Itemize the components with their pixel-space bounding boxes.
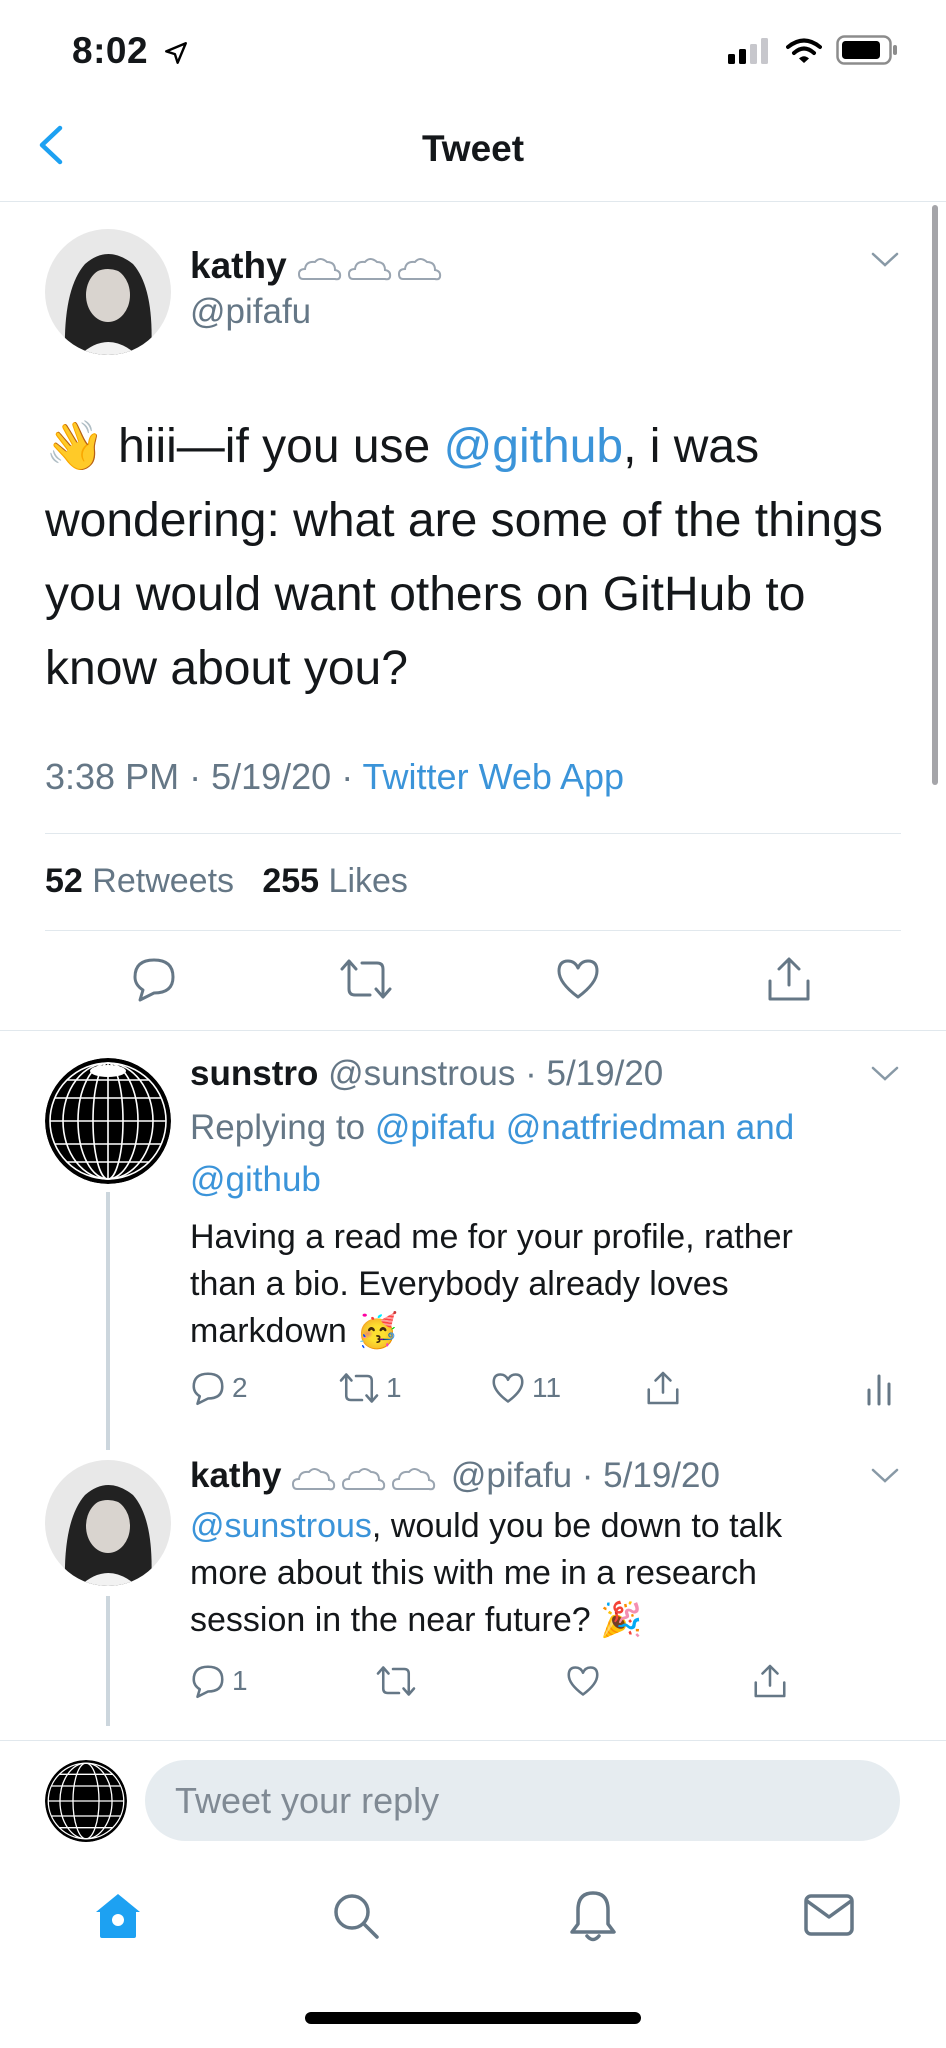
party-face-emoji: 🥳 (356, 1312, 399, 1350)
tab-notifications[interactable] (568, 1888, 618, 1949)
tab-search[interactable] (330, 1890, 382, 1947)
likes-stat[interactable]: 255 Likes (262, 862, 408, 900)
reply-author-name[interactable]: sunstro (190, 1054, 318, 1093)
retweet-icon (376, 1666, 416, 1696)
reply-retweet-button[interactable]: 1 (338, 1370, 402, 1406)
reply-avatar[interactable] (45, 1058, 171, 1184)
home-indicator[interactable] (305, 2012, 641, 2024)
cloud-emoji-icon (292, 1467, 436, 1490)
replying-to: Replying to @pifafu @natfriedman and @gi… (190, 1108, 795, 1199)
tweet-options-button[interactable] (870, 250, 900, 275)
like-icon (557, 959, 599, 999)
like-icon (492, 1373, 524, 1403)
thread-line (106, 1192, 110, 1450)
reply-icon (133, 958, 175, 1002)
retweet-button[interactable] (338, 955, 394, 1008)
author-name-row: kathy (190, 245, 447, 287)
retweet-icon (340, 959, 392, 999)
reply-author-handle[interactable]: @sunstrous (328, 1054, 515, 1093)
party-popper-emoji: 🎉 (600, 1601, 643, 1639)
tweet-meta: 3:38 PM · 5/19/20 · Twitter Web App (45, 756, 625, 797)
reply-share-button[interactable] (645, 1370, 681, 1411)
battery-icon (836, 35, 897, 65)
divider (0, 1030, 946, 1031)
mention-link[interactable]: @github (444, 420, 624, 473)
replying-to-github-link[interactable]: @github (190, 1160, 321, 1199)
reply-avatar[interactable] (45, 1460, 171, 1586)
notifications-icon (570, 1891, 616, 1942)
nav-divider (0, 201, 946, 202)
search-icon (334, 1894, 379, 1939)
compose-avatar (45, 1760, 127, 1842)
reply-button[interactable] (130, 955, 178, 1008)
tab-home[interactable] (92, 1890, 144, 1947)
tweet-time: 3:38 PM (45, 756, 180, 797)
replying-to-links[interactable]: @pifafu @natfriedman and (375, 1108, 794, 1147)
reply-like-button[interactable] (565, 1663, 601, 1704)
cellular-signal-icon (728, 38, 768, 64)
reply-retweet-button[interactable] (375, 1663, 417, 1704)
reply-share-button[interactable] (752, 1663, 788, 1704)
tweet-source-link[interactable]: Twitter Web App (363, 756, 624, 797)
reply-like-button[interactable]: 11 (490, 1370, 561, 1406)
reply-icon (192, 1665, 224, 1699)
tweet-text: 👋 hiii—if you use @github, i was wonderi… (45, 420, 883, 695)
reply-text: Having a read me for your profile, rathe… (190, 1218, 793, 1350)
retweets-stat[interactable]: 52 Retweets (45, 862, 234, 900)
waving-hand-emoji: 👋 (45, 420, 105, 473)
cloud-emoji-icon (297, 258, 442, 281)
location-arrow-icon (164, 42, 187, 65)
home-icon (96, 1894, 140, 1938)
messages-icon (804, 1894, 854, 1936)
caret-down-icon (871, 1066, 899, 1081)
reply-text: @sunstrous, would you be down to talk mo… (190, 1507, 783, 1639)
wifi-icon (786, 38, 822, 63)
share-icon (647, 1371, 679, 1405)
reply-analytics-button[interactable] (865, 1372, 895, 1413)
reply-options-button[interactable] (870, 1466, 900, 1491)
reply-author-handle[interactable]: @pifafu (451, 1456, 572, 1495)
share-icon (754, 1664, 786, 1698)
reply-input[interactable] (145, 1760, 900, 1841)
reply-reply-button[interactable]: 1 (190, 1663, 248, 1699)
divider (45, 930, 901, 931)
analytics-icon (867, 1374, 891, 1406)
like-button[interactable] (554, 955, 602, 1008)
like-icon (567, 1666, 599, 1696)
reply-header: sunstro @sunstrous · 5/19/20 (190, 1054, 664, 1093)
share-icon (768, 957, 810, 1001)
caret-down-icon (871, 252, 899, 267)
reply-compose-field[interactable] (145, 1760, 900, 1841)
divider (45, 833, 901, 834)
reply-reply-button[interactable]: 2 (190, 1370, 248, 1406)
reply-date: 5/19/20 (603, 1456, 720, 1495)
mention-link[interactable]: @sunstrous (190, 1507, 372, 1545)
status-time: 8:02 (72, 30, 189, 72)
reply-icon (192, 1372, 224, 1406)
engagement-counts: 52 Retweets 255 Likes (45, 862, 408, 901)
author-handle[interactable]: @pifafu (190, 292, 311, 332)
divider (0, 1740, 946, 1741)
reply-author-name[interactable]: kathy (190, 1456, 281, 1495)
share-button[interactable] (765, 955, 813, 1008)
page-title: Tweet (421, 128, 525, 169)
author-name[interactable]: kathy (190, 245, 287, 286)
tab-messages[interactable] (803, 1893, 855, 1942)
scrollbar[interactable] (932, 205, 938, 785)
caret-down-icon (871, 1468, 899, 1483)
author-avatar[interactable] (45, 229, 171, 355)
reply-date: 5/19/20 (546, 1054, 664, 1093)
reply-header: kathy @pifafu · 5/19/20 (190, 1456, 720, 1495)
tweet-date: 5/19/20 (211, 756, 332, 797)
reply-options-button[interactable] (870, 1064, 900, 1089)
thread-line (106, 1596, 110, 1726)
retweet-icon (339, 1373, 379, 1403)
